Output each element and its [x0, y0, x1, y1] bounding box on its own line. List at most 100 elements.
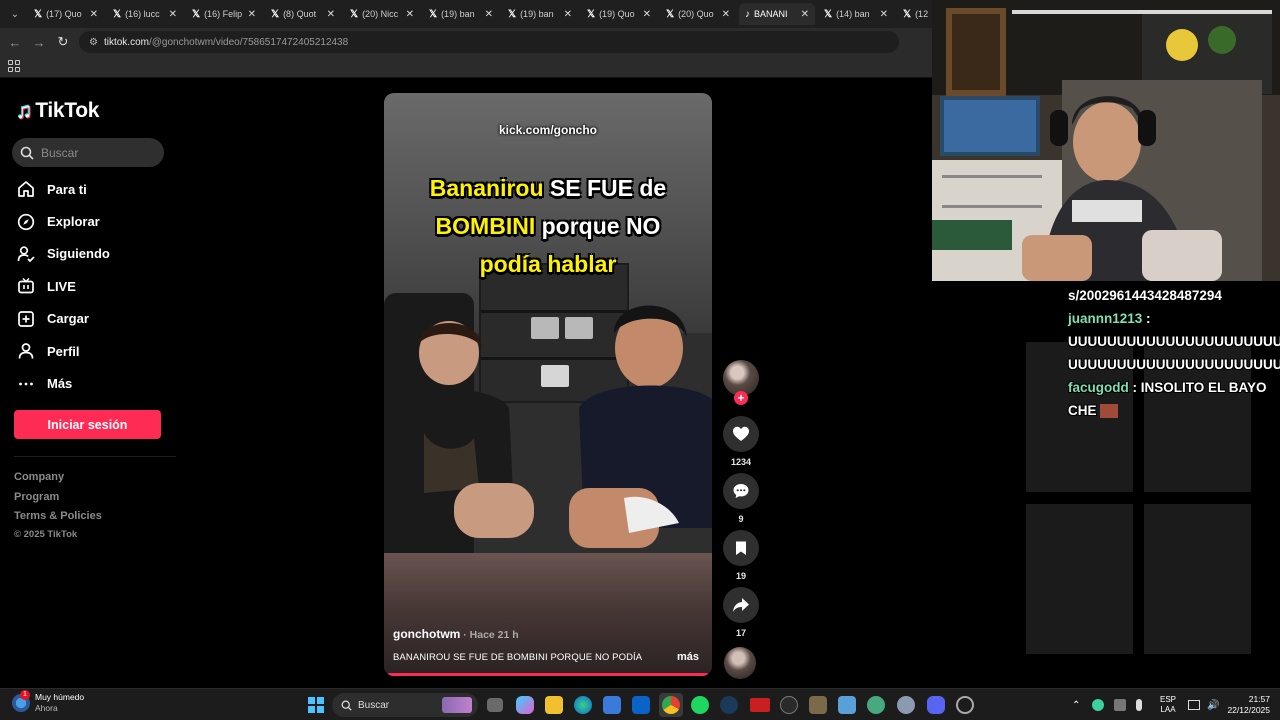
- sidebar-item-label: Explorar: [47, 214, 100, 230]
- discord-icon[interactable]: [927, 696, 945, 714]
- music-disc-avatar[interactable]: [724, 647, 756, 679]
- x-favicon-icon: 𝕏: [666, 8, 675, 20]
- save-button[interactable]: [723, 530, 759, 566]
- forward-icon[interactable]: →: [27, 30, 51, 54]
- x-favicon-icon: 𝕏: [192, 8, 201, 20]
- language-indicator[interactable]: ESP LAA: [1160, 695, 1176, 715]
- author-name[interactable]: gonchotwm: [393, 627, 460, 641]
- footer-link-terms[interactable]: Terms & Policies: [14, 510, 102, 530]
- chat-username: facugodd: [1068, 380, 1129, 395]
- search-box[interactable]: [12, 138, 164, 167]
- browser-tab[interactable]: 𝕏 (8) Quot ✕: [265, 3, 341, 25]
- close-icon[interactable]: ✕: [406, 9, 414, 20]
- back-icon[interactable]: ←: [3, 30, 27, 54]
- browser-tab[interactable]: 𝕏 (16) lucc ✕: [107, 3, 183, 25]
- close-icon[interactable]: ✕: [564, 9, 572, 20]
- sidebar-item-cargar[interactable]: Cargar: [16, 303, 110, 335]
- tab-title: (20) Quo: [678, 9, 714, 19]
- app-icon[interactable]: [956, 696, 974, 714]
- close-icon[interactable]: ✕: [327, 9, 335, 20]
- app-icon[interactable]: [809, 696, 827, 714]
- browser-tab[interactable]: 𝕏 (20) Quo ✕: [660, 3, 736, 25]
- site-info-icon[interactable]: ⚙: [89, 37, 98, 48]
- weather-subtitle: Ahora: [35, 703, 58, 713]
- sidebar-item-siguiendo[interactable]: Siguiendo: [16, 238, 110, 270]
- browser-tab[interactable]: ♪ BANANI ✕: [739, 3, 815, 25]
- tray-app-icon[interactable]: [1114, 699, 1127, 711]
- sidebar-item-label: Cargar: [47, 311, 89, 327]
- url-path: /@gonchotwm/video/7586517472405212438: [148, 36, 349, 48]
- tray-app-icon[interactable]: [1092, 699, 1105, 711]
- follow-button[interactable]: +: [734, 391, 748, 405]
- like-button[interactable]: [723, 416, 759, 452]
- close-icon[interactable]: ✕: [880, 9, 888, 20]
- chat-line: CHE: [1068, 399, 1280, 422]
- sidebar-item-mas[interactable]: Más: [16, 367, 110, 399]
- sidebar-divider: [14, 456, 176, 457]
- network-icon[interactable]: [1188, 700, 1200, 710]
- video-author[interactable]: gonchotwm · Hace 21 h: [393, 627, 519, 641]
- weather-widget[interactable]: 1 Muy húmedo Ahora: [12, 690, 84, 714]
- chrome-icon[interactable]: [662, 696, 680, 714]
- chevron-up-icon[interactable]: ⌃: [1072, 700, 1080, 711]
- sidebar-item-para-ti[interactable]: Para ti: [16, 173, 110, 205]
- browser-tab[interactable]: 𝕏 (16) Felip ✕: [186, 3, 262, 25]
- browser-tab[interactable]: 𝕏 (20) Nicc ✕: [344, 3, 420, 25]
- close-icon[interactable]: ✕: [90, 9, 98, 20]
- browser-tab[interactable]: 𝕏 (17) Quo ✕: [28, 3, 104, 25]
- apps-grid-icon[interactable]: [8, 60, 20, 72]
- sidebar-item-label: Perfil: [47, 343, 80, 359]
- app-icon[interactable]: [838, 696, 856, 714]
- browser-tab[interactable]: 𝕏 (19) ban ✕: [423, 3, 499, 25]
- reload-icon[interactable]: ↻: [51, 30, 75, 54]
- footer-link-program[interactable]: Program: [14, 491, 102, 511]
- browser-tab[interactable]: 𝕏 (14) ban ✕: [818, 3, 894, 25]
- sidebar-item-live[interactable]: LIVE: [16, 270, 110, 302]
- search-input[interactable]: [41, 145, 151, 160]
- app-icon[interactable]: [867, 696, 885, 714]
- spotify-icon[interactable]: [691, 696, 709, 714]
- microphone-icon[interactable]: [1136, 699, 1143, 711]
- close-icon[interactable]: ✕: [722, 9, 730, 20]
- video-person-right-graphic: [569, 305, 712, 548]
- tiktok-logo[interactable]: ♫ TikTok: [16, 98, 99, 124]
- url-input[interactable]: ⚙ tiktok.com/@gonchotwm/video/7586517472…: [79, 31, 899, 53]
- close-icon[interactable]: ✕: [643, 9, 651, 20]
- edge-icon[interactable]: [574, 696, 592, 714]
- video-headline: Bananirou SE FUE de BOMBINI porque NO po…: [384, 169, 712, 283]
- close-icon[interactable]: ✕: [485, 9, 493, 20]
- store-icon[interactable]: [603, 696, 621, 714]
- sidebar-item-explorar[interactable]: Explorar: [16, 205, 110, 237]
- steam-icon[interactable]: [720, 696, 738, 714]
- clock[interactable]: 21:57 22/12/2025: [1224, 694, 1270, 716]
- app-icon[interactable]: [780, 696, 798, 714]
- footer-link-company[interactable]: Company: [14, 471, 102, 491]
- outlook-icon[interactable]: [632, 696, 650, 714]
- close-icon[interactable]: ✕: [801, 9, 809, 20]
- settings-icon[interactable]: [897, 696, 915, 714]
- like-count: 1234: [730, 457, 752, 467]
- tab-search-chevron-icon[interactable]: ⌄: [6, 5, 24, 23]
- task-view-icon[interactable]: [487, 698, 503, 712]
- copilot-icon[interactable]: [516, 696, 534, 714]
- url-domain: tiktok.com: [103, 36, 149, 48]
- recording-app-icon[interactable]: [750, 698, 770, 712]
- video-player[interactable]: kick.com/goncho Bananirou SE FUE de BOMB…: [384, 93, 712, 676]
- windows-start-icon[interactable]: [308, 697, 324, 713]
- sidebar-item-perfil[interactable]: Perfil: [16, 335, 110, 367]
- close-icon[interactable]: ✕: [169, 9, 177, 20]
- browser-tab[interactable]: 𝕏 (19) Quo ✕: [581, 3, 657, 25]
- share-button[interactable]: [723, 587, 759, 623]
- browser-tab[interactable]: 𝕏 (19) ban ✕: [502, 3, 578, 25]
- volume-icon[interactable]: 🔊: [1207, 700, 1219, 711]
- login-button[interactable]: Iniciar sesión: [14, 410, 161, 439]
- taskbar-search[interactable]: Buscar: [332, 693, 478, 717]
- comment-button[interactable]: [723, 473, 759, 509]
- clock-time: 21:57: [1248, 694, 1270, 704]
- creator-avatar[interactable]: +: [723, 360, 759, 405]
- caption-more-button[interactable]: más: [677, 651, 699, 663]
- file-explorer-icon[interactable]: [545, 696, 563, 714]
- tab-title: (19) ban: [520, 9, 554, 19]
- video-progress-bar[interactable]: [388, 673, 708, 676]
- close-icon[interactable]: ✕: [248, 9, 256, 20]
